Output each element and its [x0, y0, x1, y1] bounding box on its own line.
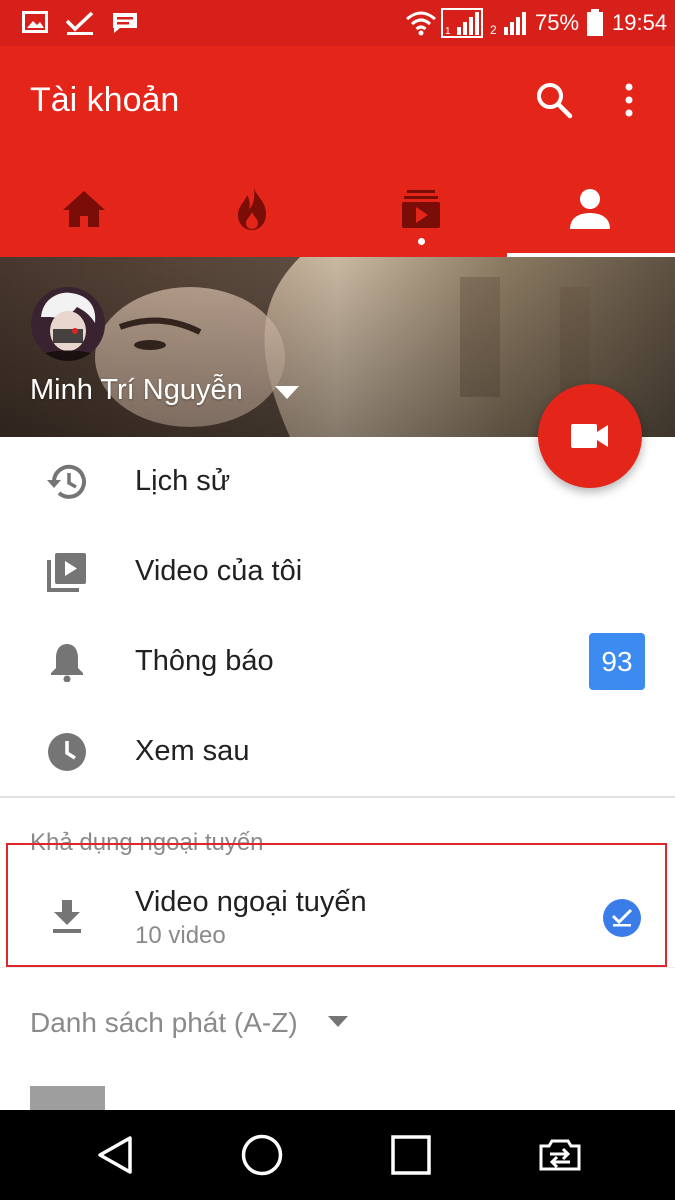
- back-icon: [98, 1136, 132, 1174]
- svg-text:2: 2: [490, 23, 497, 36]
- menu-item-label: Xem sau: [135, 735, 250, 767]
- menu-item-notifications[interactable]: Thông báo: [0, 617, 675, 707]
- bell-icon: [44, 639, 90, 685]
- switch-app-button[interactable]: [520, 1110, 600, 1200]
- home-button[interactable]: [222, 1110, 302, 1200]
- trending-icon: [238, 187, 266, 230]
- tab-trending[interactable]: [168, 160, 336, 257]
- menu-item-label: Video của tôi: [135, 555, 303, 587]
- account-name[interactable]: Minh Trí Nguyễn: [30, 370, 243, 410]
- switch-app-icon: [539, 1139, 581, 1171]
- account-switch-chevron-down-icon[interactable]: [275, 386, 299, 400]
- playlist-thumbnail[interactable]: [30, 1086, 105, 1110]
- system-nav-bar: [0, 1110, 675, 1200]
- subscriptions-icon: [402, 189, 440, 228]
- status-time: 19:54: [612, 10, 668, 35]
- playlist-sort-label[interactable]: Danh sách phát (A-Z): [30, 1004, 298, 1042]
- svg-text:1: 1: [445, 26, 451, 37]
- my-videos-icon: [44, 549, 90, 595]
- wifi-icon: [406, 11, 436, 36]
- highlight-box: [6, 843, 667, 967]
- status-bar: 1 2 75% 19:54: [0, 0, 675, 46]
- menu-item-label: Lịch sử: [135, 465, 231, 497]
- signal-icon: 1: [441, 8, 483, 38]
- history-icon: [44, 459, 90, 505]
- gallery-icon: [22, 11, 48, 33]
- battery-percent: 75%: [535, 10, 580, 35]
- avatar-image: [31, 287, 105, 361]
- menu-item-history[interactable]: Lịch sử: [0, 437, 675, 527]
- battery-icon: [587, 9, 603, 36]
- recents-icon: [391, 1135, 431, 1175]
- home-circle-icon: [241, 1134, 283, 1176]
- section-divider: [0, 796, 675, 798]
- more-vert-icon[interactable]: [622, 82, 636, 118]
- avatar[interactable]: [31, 287, 105, 361]
- sort-chevron-down-icon[interactable]: [328, 1016, 348, 1028]
- clock-icon: [44, 729, 90, 775]
- search-icon[interactable]: [535, 81, 573, 119]
- notification-count-badge: 93: [589, 633, 645, 690]
- menu-item-my-videos[interactable]: Video của tôi: [0, 527, 675, 617]
- checkmark-icon: [65, 11, 94, 35]
- section-divider: [0, 967, 675, 968]
- tab-home[interactable]: [0, 160, 168, 257]
- menu-item-watch-later[interactable]: Xem sau: [0, 707, 675, 797]
- status-right: 1 2 75% 19:54: [405, 0, 675, 46]
- subscriptions-new-dot: [418, 238, 425, 245]
- tab-bar: [0, 160, 675, 257]
- menu-item-label: Thông báo: [135, 645, 274, 677]
- back-button[interactable]: [75, 1110, 155, 1200]
- page-title: Tài khoản: [30, 81, 180, 119]
- signal-icon-2: 2: [490, 12, 526, 36]
- message-icon: [113, 13, 137, 33]
- account-icon: [570, 188, 610, 229]
- tab-account[interactable]: [506, 160, 674, 257]
- home-icon: [63, 190, 105, 227]
- recents-button[interactable]: [371, 1110, 451, 1200]
